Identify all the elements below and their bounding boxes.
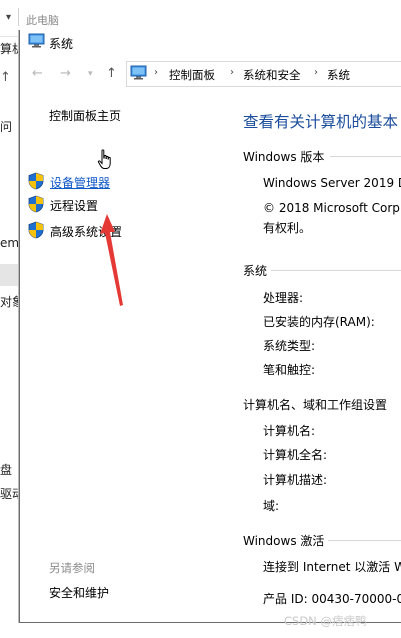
shield-icon bbox=[28, 195, 44, 217]
background-window-title: 此电脑 bbox=[26, 14, 59, 27]
left-task-pane: 控制面板主页 设备管理器 远程设置 高级系统设置 另请参阅 安全和维护 bbox=[20, 88, 226, 622]
product-id-text: 产品 ID: 00430-70000-00 bbox=[263, 592, 401, 606]
windows-activation-section-title: Windows 激活 bbox=[243, 534, 325, 548]
installed-ram-label: 已安装的内存(RAM): bbox=[263, 315, 375, 329]
device-manager-label[interactable]: 设备管理器 bbox=[50, 174, 110, 191]
windows-edition-name: Windows Server 2019 D bbox=[263, 176, 401, 190]
background-fragment: 问 bbox=[0, 120, 13, 134]
activation-status-link[interactable]: 连接到 Internet 以激活 W bbox=[263, 558, 401, 575]
system-type-label: 系统类型: bbox=[263, 339, 316, 353]
computer-description-label: 计算机描述: bbox=[263, 473, 328, 487]
breadcrumb-system-security[interactable]: 系统和安全 bbox=[243, 67, 301, 83]
computer-monitor-icon bbox=[28, 33, 45, 52]
system-section-title: 系统 bbox=[243, 264, 268, 278]
annotation-arrow bbox=[100, 214, 130, 311]
address-bar[interactable]: › 控制面板 › 系统和安全 › 系统 bbox=[126, 61, 401, 87]
recent-locations-chevron-icon[interactable]: ▾ bbox=[88, 69, 93, 79]
hand-cursor-icon bbox=[97, 149, 113, 175]
breadcrumb-chevron-icon[interactable]: › bbox=[314, 67, 318, 78]
address-bar-row: ← → ▾ ↑ › 控制面板 › 系统和安全 › 系统 bbox=[20, 58, 401, 88]
window-titlebar[interactable]: 系统 bbox=[20, 30, 401, 54]
window-title: 系统 bbox=[49, 37, 74, 51]
divider bbox=[330, 156, 401, 157]
divider bbox=[271, 270, 401, 271]
windows-edition-section-title: Windows 版本 bbox=[243, 150, 325, 164]
rights-text: 有权利。 bbox=[263, 221, 312, 235]
background-selected-item[interactable] bbox=[0, 264, 19, 286]
watermark: CSDN @痞痞鸭 bbox=[284, 614, 367, 628]
background-fragment[interactable]: 盘 bbox=[0, 461, 12, 478]
pen-touch-label: 笔和触控: bbox=[263, 363, 316, 377]
domain-label: 域: bbox=[263, 499, 280, 513]
breadcrumb-system[interactable]: 系统 bbox=[327, 67, 350, 83]
breadcrumb-chevron-icon[interactable]: › bbox=[154, 67, 158, 78]
processor-label: 处理器: bbox=[263, 291, 304, 305]
system-window: 系统 ← → ▾ ↑ › 控制面板 › 系统和安全 › 系统 控制面板主页 设备… bbox=[19, 30, 401, 623]
up-arrow-icon[interactable]: ↑ bbox=[106, 66, 117, 81]
full-computer-name-label: 计算机全名: bbox=[263, 448, 328, 462]
control-panel-home-link[interactable]: 控制面板主页 bbox=[49, 107, 121, 124]
page-heading: 查看有关计算机的基本 bbox=[243, 113, 399, 131]
shield-icon bbox=[28, 172, 44, 194]
computer-name-label: 计算机名: bbox=[263, 424, 316, 438]
divider bbox=[18, 8, 19, 26]
divider bbox=[328, 540, 401, 541]
main-content: 查看有关计算机的基本 Windows 版本 Windows Server 201… bbox=[226, 88, 401, 622]
remote-settings-label[interactable]: 远程设置 bbox=[50, 197, 98, 214]
security-maintenance-link[interactable]: 安全和维护 bbox=[49, 584, 109, 601]
see-also-heading: 另请参阅 bbox=[49, 561, 95, 575]
copyright-text: © 2018 Microsoft Corp bbox=[263, 201, 400, 215]
computer-name-section-title: 计算机名、域和工作组设置 bbox=[243, 398, 388, 412]
shield-icon bbox=[28, 221, 44, 243]
breadcrumb-control-panel[interactable]: 控制面板 bbox=[169, 67, 215, 83]
chevron-down-icon[interactable]: ▾ bbox=[6, 12, 11, 23]
breadcrumb-chevron-icon[interactable]: › bbox=[230, 67, 234, 78]
computer-monitor-icon bbox=[130, 65, 147, 84]
forward-arrow-icon[interactable]: → bbox=[60, 66, 71, 81]
back-arrow-icon[interactable]: ← bbox=[32, 66, 43, 81]
up-arrow-icon[interactable]: ↑ bbox=[0, 70, 11, 85]
